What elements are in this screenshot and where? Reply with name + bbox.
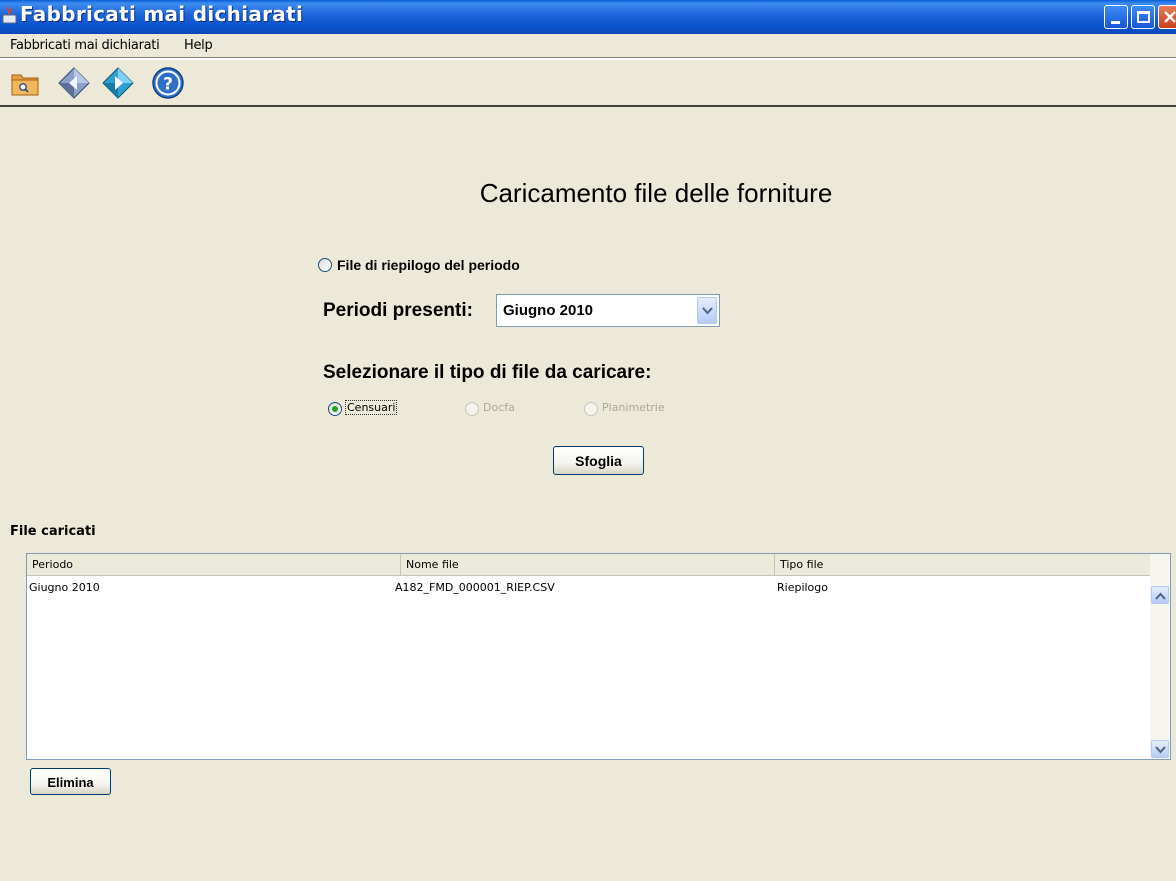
toolbar-separator bbox=[0, 105, 1176, 107]
scroll-down-button[interactable] bbox=[1151, 740, 1169, 758]
close-icon bbox=[1164, 11, 1176, 23]
radio-selected-dot bbox=[332, 406, 338, 412]
chevron-down-icon bbox=[1155, 746, 1166, 754]
toolbar: ? bbox=[0, 62, 1176, 104]
window-title-bar[interactable]: Fabbricati mai dichiarati bbox=[0, 0, 1176, 34]
cell-tipo-file: Riepilogo bbox=[777, 581, 829, 594]
sfoglia-button[interactable]: Sfoglia bbox=[553, 446, 644, 475]
page-title: Caricamento file delle forniture bbox=[479, 178, 833, 208]
summary-file-radio[interactable] bbox=[318, 258, 332, 272]
docfa-radio bbox=[465, 402, 479, 416]
censuari-label: Censuari bbox=[345, 400, 398, 415]
maximize-button[interactable] bbox=[1131, 5, 1155, 29]
planimetrie-radio bbox=[584, 402, 598, 416]
menu-help[interactable]: Help bbox=[184, 38, 213, 53]
menu-separator bbox=[0, 58, 1176, 60]
chevron-down-icon bbox=[702, 307, 713, 315]
minimize-icon bbox=[1111, 21, 1120, 24]
back-button[interactable] bbox=[56, 65, 92, 101]
file-type-label: Selezionare il tipo di file da caricare: bbox=[323, 362, 652, 383]
periods-dropdown[interactable]: Giugno 2010 bbox=[496, 294, 720, 327]
chevron-up-icon bbox=[1155, 592, 1166, 600]
scroll-up-button[interactable] bbox=[1151, 586, 1169, 604]
forward-button[interactable] bbox=[100, 65, 136, 101]
diamond-forward-icon bbox=[102, 67, 134, 99]
folder-search-icon bbox=[11, 74, 39, 96]
menu-bar: Fabbricati mai dichiarati Help bbox=[0, 34, 1176, 58]
elimina-button[interactable]: Elimina bbox=[30, 768, 111, 795]
periods-selected-value: Giugno 2010 bbox=[503, 302, 594, 319]
close-button[interactable] bbox=[1158, 5, 1176, 29]
java-app-icon bbox=[2, 6, 17, 24]
column-header-periodo[interactable]: Periodo bbox=[27, 554, 401, 576]
cell-nome-file: A182_FMD_000001_RIEP.CSV bbox=[395, 581, 555, 594]
vertical-scrollbar[interactable] bbox=[1150, 554, 1170, 759]
column-header-tipo-file[interactable]: Tipo file bbox=[775, 554, 1151, 576]
open-folder-button[interactable] bbox=[8, 65, 44, 101]
summary-file-label: File di riepilogo del periodo bbox=[337, 257, 520, 273]
maximize-icon bbox=[1137, 11, 1150, 23]
dropdown-arrow-button[interactable] bbox=[697, 297, 717, 324]
minimize-button[interactable] bbox=[1104, 5, 1128, 29]
cell-periodo: Giugno 2010 bbox=[29, 581, 100, 594]
diamond-back-icon bbox=[58, 67, 90, 99]
svg-text:?: ? bbox=[163, 75, 173, 95]
docfa-label: Docfa bbox=[483, 401, 515, 414]
censuari-radio[interactable] bbox=[328, 402, 342, 416]
help-button[interactable]: ? bbox=[150, 65, 186, 101]
help-icon: ? bbox=[152, 67, 184, 99]
uploaded-files-label: File caricati bbox=[10, 524, 96, 539]
uploaded-files-table: Periodo Nome file Tipo file Giugno 2010 … bbox=[26, 553, 1171, 760]
periods-label: Periodi presenti: bbox=[323, 300, 473, 321]
window-title: Fabbricati mai dichiarati bbox=[20, 2, 304, 26]
planimetrie-label: Planimetrie bbox=[602, 401, 665, 414]
menu-fabbricati[interactable]: Fabbricati mai dichiarati bbox=[10, 38, 160, 53]
table-row[interactable]: Giugno 2010 A182_FMD_000001_RIEP.CSV Rie… bbox=[27, 578, 1151, 598]
table-header: Periodo Nome file Tipo file bbox=[27, 554, 1151, 576]
column-header-nome-file[interactable]: Nome file bbox=[401, 554, 775, 576]
